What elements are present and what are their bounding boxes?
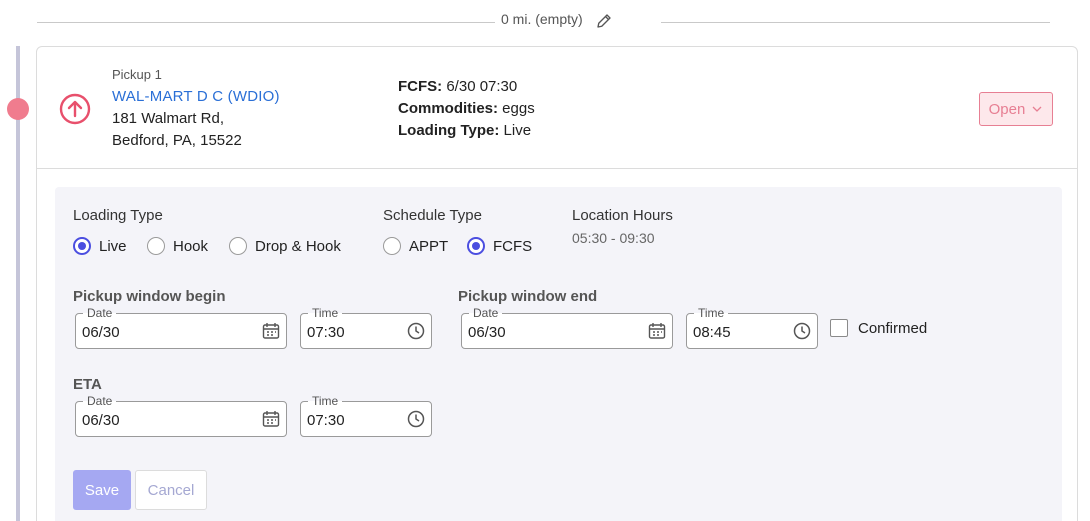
facility-link[interactable]: WAL-MART D C (WDIO) xyxy=(112,88,280,105)
radio-label: Hook xyxy=(173,237,209,255)
radio-circle xyxy=(147,237,165,255)
fcfs-info: FCFS: 6/30 07:30 xyxy=(398,78,517,95)
confirmed-label: Confirmed xyxy=(858,319,928,337)
clock-icon[interactable] xyxy=(407,322,425,340)
commodities-value: eggs xyxy=(498,100,535,117)
address-line-1: 181 Walmart Rd, xyxy=(112,110,224,127)
stop-card-header: Pickup 1 WAL-MART D C (WDIO) 181 Walmart… xyxy=(37,47,1077,169)
save-button[interactable]: Save xyxy=(73,470,131,510)
radio-circle xyxy=(383,237,401,255)
pickup-window-end-label: Pickup window end xyxy=(458,288,598,305)
radio-schedule-fcfs[interactable]: FCFS xyxy=(467,237,532,255)
pickup-end-time-field[interactable]: Time 08:45 xyxy=(686,306,818,349)
address-line-2: Bedford, PA, 15522 xyxy=(112,132,242,149)
commodities-info: Commodities: eggs xyxy=(398,100,535,117)
radio-loading-drop-hook[interactable]: Drop & Hook xyxy=(229,237,341,255)
radio-circle xyxy=(229,237,247,255)
fcfs-key: FCFS: xyxy=(398,78,443,95)
time-legend: Time xyxy=(308,394,343,408)
confirmed-checkbox[interactable]: Confirmed xyxy=(830,319,927,337)
commodities-key: Commodities: xyxy=(398,100,499,117)
distance-row: 0 mi. (empty) xyxy=(37,8,1050,30)
stop-label: Pickup 1 xyxy=(112,67,162,82)
calendar-icon[interactable] xyxy=(262,410,280,428)
pickup-end-date-field[interactable]: Date 06/30 xyxy=(461,306,673,349)
radio-loading-hook[interactable]: Hook xyxy=(147,237,208,255)
time-value: 07:30 xyxy=(307,412,345,429)
chevron-down-icon xyxy=(1032,106,1042,112)
radio-label: FCFS xyxy=(493,237,533,255)
clock-icon[interactable] xyxy=(407,410,425,428)
date-legend: Date xyxy=(469,306,503,320)
pickup-begin-time-field[interactable]: Time 07:30 xyxy=(300,306,432,349)
radio-label: Live xyxy=(99,237,127,255)
pickup-window-begin-label: Pickup window begin xyxy=(73,288,226,305)
status-label: Open xyxy=(988,100,1026,118)
radio-schedule-appt[interactable]: APPT xyxy=(383,237,448,255)
time-legend: Time xyxy=(308,306,343,320)
eta-time-field[interactable]: Time 07:30 xyxy=(300,394,432,437)
eta-date-field[interactable]: Date 06/30 xyxy=(75,394,287,437)
time-value: 07:30 xyxy=(307,324,345,341)
loading-type-label: Loading Type xyxy=(73,207,163,224)
eta-label: ETA xyxy=(73,376,102,393)
loading-type-key: Loading Type: xyxy=(398,122,500,139)
calendar-icon[interactable] xyxy=(648,322,666,340)
divider-right xyxy=(661,22,1050,23)
stop-edit-form: Loading Type Live Hook Drop & Hook Sched… xyxy=(55,187,1062,521)
radio-loading-live[interactable]: Live xyxy=(73,237,127,255)
date-value: 06/30 xyxy=(82,324,120,341)
divider-left xyxy=(37,22,495,23)
loading-type-value: Live xyxy=(499,122,532,139)
location-hours-value: 05:30 - 09:30 xyxy=(572,230,655,246)
clock-icon[interactable] xyxy=(793,322,811,340)
time-value: 08:45 xyxy=(693,324,731,341)
stop-card: Pickup 1 WAL-MART D C (WDIO) 181 Walmart… xyxy=(36,46,1078,521)
date-value: 06/30 xyxy=(82,412,120,429)
loading-type-info: Loading Type: Live xyxy=(398,122,531,139)
timeline-dot xyxy=(7,98,29,120)
checkbox-box xyxy=(830,319,848,337)
calendar-icon[interactable] xyxy=(262,322,280,340)
date-value: 06/30 xyxy=(468,324,506,341)
time-legend: Time xyxy=(694,306,729,320)
cancel-button[interactable]: Cancel xyxy=(135,470,207,510)
date-legend: Date xyxy=(83,306,117,320)
radio-label: APPT xyxy=(409,237,449,255)
pickup-begin-date-field[interactable]: Date 06/30 xyxy=(75,306,287,349)
date-legend: Date xyxy=(83,394,117,408)
pencil-icon[interactable] xyxy=(595,12,613,30)
radio-circle xyxy=(73,237,91,255)
schedule-type-label: Schedule Type xyxy=(383,207,482,224)
distance-text: 0 mi. (empty) xyxy=(501,11,583,27)
radio-label: Drop & Hook xyxy=(255,237,341,255)
fcfs-value: 6/30 07:30 xyxy=(442,78,518,95)
location-hours-label: Location Hours xyxy=(572,207,673,224)
status-dropdown[interactable]: Open xyxy=(979,92,1053,126)
radio-circle xyxy=(467,237,485,255)
arrow-up-circle-icon xyxy=(59,93,91,125)
